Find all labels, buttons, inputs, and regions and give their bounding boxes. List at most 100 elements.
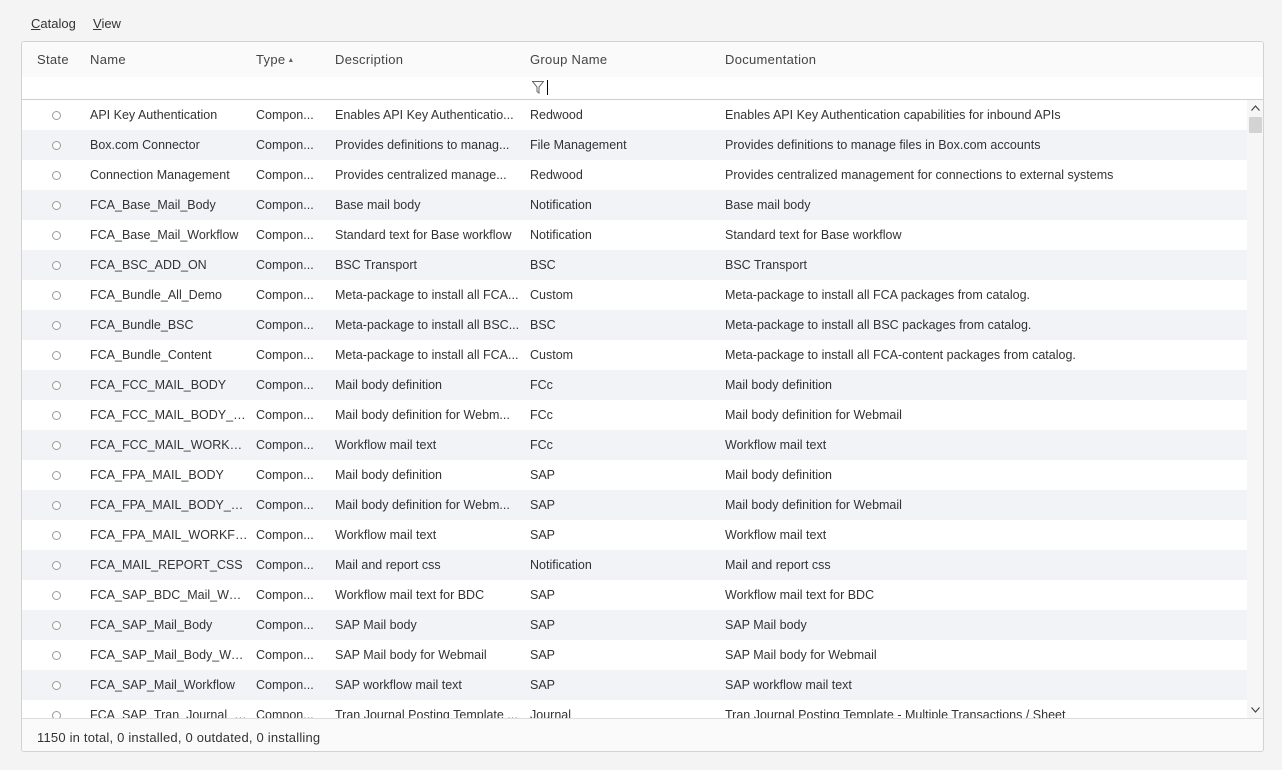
state-indicator-icon [52, 171, 61, 180]
cell-group: FCc [530, 438, 553, 452]
cell-name: FCA_MAIL_REPORT_CSS [90, 558, 243, 572]
cell-type: Compon... [256, 648, 314, 662]
cell-description: Workflow mail text [335, 528, 437, 542]
table-row[interactable]: FCA_SAP_BDC_Mail_Work... Compon... Workflo… [22, 580, 1248, 610]
cell-name: FCA_FCC_MAIL_BODY_W... [90, 408, 248, 422]
cell-description: SAP Mail body [335, 618, 417, 632]
cell-group: FCc [530, 408, 553, 422]
chevron-down-icon[interactable] [1247, 702, 1263, 718]
column-header-group-name[interactable]: Group Name [530, 42, 607, 77]
column-header-documentation[interactable]: Documentation [725, 42, 816, 77]
cell-documentation: Meta-package to install all FCA packages… [725, 288, 1031, 302]
cell-group: Journal [530, 708, 571, 718]
column-header-state[interactable]: State [37, 42, 69, 77]
cell-group: SAP [530, 648, 556, 662]
column-header-documentation-label: Documentation [725, 52, 817, 67]
table-row[interactable]: FCA_Bundle_BSC Compon... Meta-package to i… [22, 310, 1248, 340]
vertical-scrollbar[interactable] [1247, 100, 1263, 718]
menu-view[interactable]: View [93, 16, 121, 31]
cell-name: FCA_SAP_Mail_Body_Web... [90, 648, 248, 662]
table-row[interactable]: FCA_SAP_Mail_Body Compon... SAP Mail body S… [22, 610, 1248, 640]
table-row[interactable]: FCA_FPA_MAIL_BODY Compon... Mail body defi… [22, 460, 1248, 490]
cell-description: Meta-package to install all FCA... [335, 348, 519, 362]
table-row[interactable]: FCA_SAP_Mail_Workflow Compon... SAP workfl… [22, 670, 1248, 700]
cell-type: Compon... [256, 408, 314, 422]
cell-documentation: Meta-package to install all BSC packages… [725, 318, 1032, 332]
scrollbar-thumb[interactable] [1249, 117, 1262, 133]
column-header-description[interactable]: Description [335, 42, 403, 77]
sort-ascending-icon: ▲ [287, 57, 295, 64]
filter-input[interactable] [22, 77, 1263, 100]
state-indicator-icon [52, 681, 61, 690]
state-indicator-icon [52, 621, 61, 630]
cell-group: SAP [530, 528, 556, 542]
cell-documentation: Standard text for Base workflow [725, 228, 902, 242]
column-header-type[interactable]: Type ▲ [256, 42, 295, 77]
cell-description: Provides definitions to manag... [335, 138, 510, 152]
state-indicator-icon [52, 561, 61, 570]
cell-type: Compon... [256, 588, 314, 602]
cell-description: Meta-package to install all BSC... [335, 318, 520, 332]
cell-description: SAP Mail body for Webmail [335, 648, 487, 662]
table-row[interactable]: FCA_FCC_MAIL_BODY_W... Compon... Mail body… [22, 400, 1248, 430]
cell-type: Compon... [256, 378, 314, 392]
table-row[interactable]: FCA_Bundle_Content Compon... Meta-package … [22, 340, 1248, 370]
cell-name: FCA_SAP_Tran_Journal_P... [90, 708, 248, 718]
menu-catalog[interactable]: Catalog [31, 16, 76, 31]
table-row[interactable]: FCA_MAIL_REPORT_CSS Compon... Mail and rep… [22, 550, 1248, 580]
cell-group: File Management [530, 138, 627, 152]
table-row[interactable]: FCA_Base_Mail_Body Compon... Base mail bod… [22, 190, 1248, 220]
column-header-name[interactable]: Name [90, 42, 126, 77]
table-row[interactable]: FCA_FCC_MAIL_BODY Compon... Mail body defi… [22, 370, 1248, 400]
status-bar: 1150 in total, 0 installed, 0 outdated, … [22, 718, 1263, 751]
menu-catalog-mnemonic: C [31, 16, 41, 31]
cell-group: Custom [530, 348, 574, 362]
menu-catalog-label: atalog [40, 16, 76, 31]
cell-description: BSC Transport [335, 258, 417, 272]
table-row[interactable]: FCA_BSC_ADD_ON Compon... BSC Transport BSC B… [22, 250, 1248, 280]
cell-name: FCA_Bundle_Content [90, 348, 212, 362]
cell-documentation: Provides centralized management for conn… [725, 168, 1114, 182]
cell-group: BSC [530, 258, 556, 272]
cell-type: Compon... [256, 228, 314, 242]
state-indicator-icon [52, 411, 61, 420]
table-row[interactable]: FCA_Base_Mail_Workflow Compon... Standard … [22, 220, 1248, 250]
table-row[interactable]: FCA_FCC_MAIL_WORKFL... Compon... Workflow … [22, 430, 1248, 460]
cell-group: Notification [530, 228, 592, 242]
cell-documentation: Enables API Key Authentication capabilit… [725, 108, 1061, 122]
cell-group: SAP [530, 588, 556, 602]
cell-group: SAP [530, 498, 556, 512]
table-row[interactable]: FCA_Bundle_All_Demo Compon... Meta-package… [22, 280, 1248, 310]
cell-documentation: SAP workflow mail text [725, 678, 852, 692]
cell-group: BSC [530, 318, 556, 332]
cell-group: SAP [530, 468, 556, 482]
table-row[interactable]: Connection Management Compon... Provides c… [22, 160, 1248, 190]
chevron-up-icon[interactable] [1247, 100, 1263, 116]
cell-name: FCA_Bundle_All_Demo [90, 288, 223, 302]
column-header-state-label: State [37, 52, 69, 67]
cell-documentation: Workflow mail text for BDC [725, 588, 875, 602]
table-row[interactable]: FCA_SAP_Tran_Journal_P... Compon... Tran J… [22, 700, 1248, 718]
state-indicator-icon [52, 531, 61, 540]
status-text: 1150 in total, 0 installed, 0 outdated, … [37, 730, 321, 745]
cell-type: Compon... [256, 528, 314, 542]
table-row[interactable]: Box.com Connector Compon... Provides defin… [22, 130, 1248, 160]
funnel-icon [532, 81, 544, 94]
state-indicator-icon [52, 501, 61, 510]
cell-name: FCA_FCC_MAIL_BODY [90, 378, 227, 392]
state-indicator-icon [52, 381, 61, 390]
cell-documentation: Mail body definition for Webmail [725, 498, 902, 512]
cell-name: FCA_Bundle_BSC [90, 318, 194, 332]
cell-type: Compon... [256, 498, 314, 512]
cell-type: Compon... [256, 438, 314, 452]
cell-type: Compon... [256, 678, 314, 692]
cell-documentation: Provides definitions to manage files in … [725, 138, 1041, 152]
state-indicator-icon [52, 471, 61, 480]
table-row[interactable]: FCA_SAP_Mail_Body_Web... Compon... SAP Mai… [22, 640, 1248, 670]
table-row[interactable]: FCA_FPA_MAIL_BODY_WE... Compon... Mail bod… [22, 490, 1248, 520]
cell-name: FCA_Base_Mail_Body [90, 198, 216, 212]
cell-type: Compon... [256, 258, 314, 272]
table-row[interactable]: API Key Authentication Compon... Enables A… [22, 100, 1248, 130]
table-row[interactable]: FCA_FPA_MAIL_WORKFL... Compon... Workflow … [22, 520, 1248, 550]
cell-type: Compon... [256, 108, 314, 122]
